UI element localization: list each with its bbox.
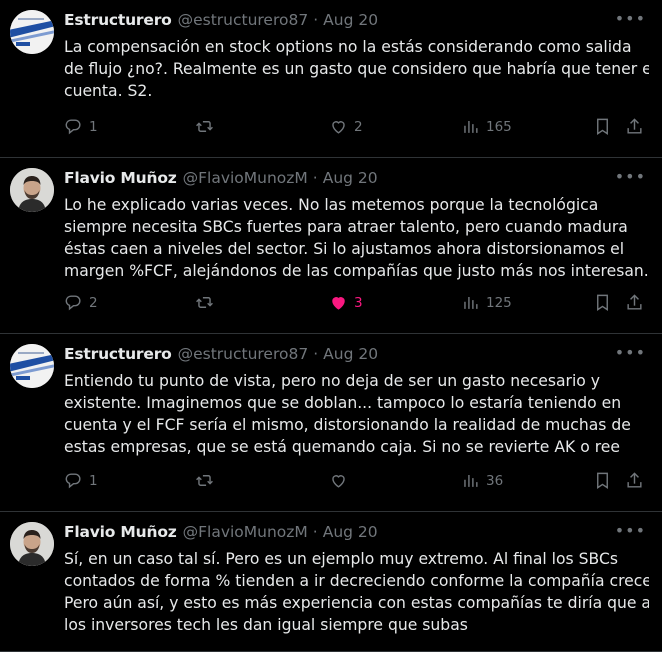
more-icon[interactable]: •••: [615, 9, 646, 28]
like-button[interactable]: [329, 471, 354, 490]
heart-icon: [332, 297, 345, 310]
tweet-text: Lo he explicado varias veces. No las met…: [64, 194, 649, 282]
views-icon: [464, 120, 478, 133]
tweet-text-line: los inversores tech les dan igual siempr…: [64, 616, 468, 634]
repost-icon: [196, 297, 213, 308]
reply-button[interactable]: 2: [64, 293, 98, 312]
heart-icon: [332, 475, 345, 488]
tweet-actions: 1 36: [64, 471, 649, 493]
tweet-actions: 1 2 165: [64, 117, 649, 139]
share-button[interactable]: [625, 117, 644, 136]
tweet-actions: 2 3 125: [64, 293, 649, 315]
tweet-text-line: margen %FCF, alejándonos de las compañía…: [64, 262, 649, 280]
views-count: 36: [486, 472, 504, 489]
heart-icon: [332, 121, 345, 134]
like-count: 2: [354, 118, 363, 135]
tweet-date[interactable]: Aug 20: [323, 11, 378, 29]
separator-dot: ·: [312, 523, 318, 541]
tweet-text-line: cuenta y el FCF sería el mismo, distorsi…: [64, 416, 631, 434]
tweet-text-line: Lo he explicado varias veces. No las met…: [64, 196, 599, 214]
tweet-text-line: La compensación en stock options no la e…: [64, 38, 632, 56]
bookmark-button[interactable]: [593, 117, 612, 136]
tweet-text-line: de flujo ¿no?. Realmente es un gasto que…: [64, 60, 649, 78]
tweet-text-line: existente. Imaginemos que se doblan... t…: [64, 394, 622, 412]
author-handle[interactable]: @estructurero87: [178, 345, 309, 363]
repost-icon: [196, 475, 213, 486]
share-icon: [627, 118, 642, 134]
views-count: 165: [486, 118, 512, 135]
tweet-text-line: Sí, en un caso tal sí. Pero es un ejempl…: [64, 550, 618, 568]
tweet-text-line: contados de forma % tienden a ir decreci…: [64, 572, 649, 590]
reply-button[interactable]: 1: [64, 471, 98, 490]
like-count: 3: [354, 294, 363, 311]
tweet-text-line: cuenta. S2.: [64, 82, 153, 100]
tweet-text-line: Entiendo tu punto de vista, pero no deja…: [64, 372, 601, 390]
tweet-text-line: Pero aún así, y esto es más experiencia …: [64, 594, 649, 612]
author-name[interactable]: Flavio Muñoz: [64, 169, 177, 187]
more-icon[interactable]: •••: [615, 521, 646, 540]
share-icon: [627, 472, 642, 488]
tweet-text-line: siempre necesita SBCs fuertes para atrae…: [64, 218, 628, 236]
repost-icon: [196, 121, 213, 132]
like-button[interactable]: 3: [329, 293, 363, 312]
tweet-header: Flavio Muñoz @FlavioMunozM · Aug 20: [64, 522, 646, 542]
reply-count: 1: [89, 118, 98, 135]
tweet-text: La compensación en stock options no la e…: [64, 36, 649, 102]
separator-dot: ·: [312, 169, 318, 187]
views-count: 125: [486, 294, 512, 311]
reply-count: 2: [89, 294, 98, 311]
bookmark-icon: [597, 472, 608, 489]
tweet-header: Estructurero @estructurero87 · Aug 20: [64, 10, 646, 30]
author-name[interactable]: Estructurero: [64, 11, 172, 29]
reply-button[interactable]: 1: [64, 117, 98, 136]
tweet-date[interactable]: Aug 20: [323, 345, 378, 363]
repost-button[interactable]: [195, 117, 220, 136]
avatar[interactable]: [10, 344, 54, 388]
tweet[interactable]: Estructurero @estructurero87 · Aug 20 ••…: [0, 0, 662, 158]
views-button[interactable]: 36: [461, 471, 503, 490]
avatar[interactable]: [10, 522, 54, 566]
tweet[interactable]: Flavio Muñoz @FlavioMunozM · Aug 20 ••• S…: [0, 512, 662, 652]
views-button[interactable]: 165: [461, 117, 512, 136]
author-name[interactable]: Flavio Muñoz: [64, 523, 177, 541]
views-icon: [464, 296, 478, 309]
tweet-text: Sí, en un caso tal sí. Pero es un ejempl…: [64, 548, 649, 636]
avatar[interactable]: [10, 168, 54, 212]
separator-dot: ·: [313, 11, 319, 29]
bookmark-button[interactable]: [593, 471, 612, 490]
avatar[interactable]: [10, 10, 54, 54]
reply-icon: [65, 119, 81, 135]
bookmark-button[interactable]: [593, 293, 612, 312]
author-handle[interactable]: @FlavioMunozM: [183, 523, 308, 541]
separator-dot: ·: [313, 345, 319, 363]
share-icon: [627, 294, 642, 310]
repost-button[interactable]: [195, 293, 220, 312]
share-button[interactable]: [625, 471, 644, 490]
repost-button[interactable]: [195, 471, 220, 490]
reply-icon: [65, 473, 81, 489]
tweet-header: Flavio Muñoz @FlavioMunozM · Aug 20: [64, 168, 646, 188]
tweet-date[interactable]: Aug 20: [323, 523, 378, 541]
tweet-text-line: estas empresas, que se está quemando caj…: [64, 438, 620, 456]
tweet-header: Estructurero @estructurero87 · Aug 20: [64, 344, 646, 364]
author-handle[interactable]: @estructurero87: [178, 11, 309, 29]
reply-icon: [65, 295, 81, 311]
more-icon[interactable]: •••: [615, 343, 646, 362]
more-icon[interactable]: •••: [615, 167, 646, 186]
like-button[interactable]: 2: [329, 117, 363, 136]
views-icon: [464, 474, 478, 487]
bookmark-icon: [597, 118, 608, 135]
tweet[interactable]: Flavio Muñoz @FlavioMunozM · Aug 20 ••• L…: [0, 158, 662, 334]
tweet-text-line: éstas caen a niveles del sector. Si lo a…: [64, 240, 625, 258]
tweet-text: Entiendo tu punto de vista, pero no deja…: [64, 370, 649, 458]
tweet[interactable]: Estructurero @estructurero87 · Aug 20 ••…: [0, 334, 662, 512]
author-handle[interactable]: @FlavioMunozM: [183, 169, 308, 187]
author-name[interactable]: Estructurero: [64, 345, 172, 363]
tweet-date[interactable]: Aug 20: [323, 169, 378, 187]
share-button[interactable]: [625, 293, 644, 312]
views-button[interactable]: 125: [461, 293, 512, 312]
bookmark-icon: [597, 294, 608, 311]
reply-count: 1: [89, 472, 98, 489]
